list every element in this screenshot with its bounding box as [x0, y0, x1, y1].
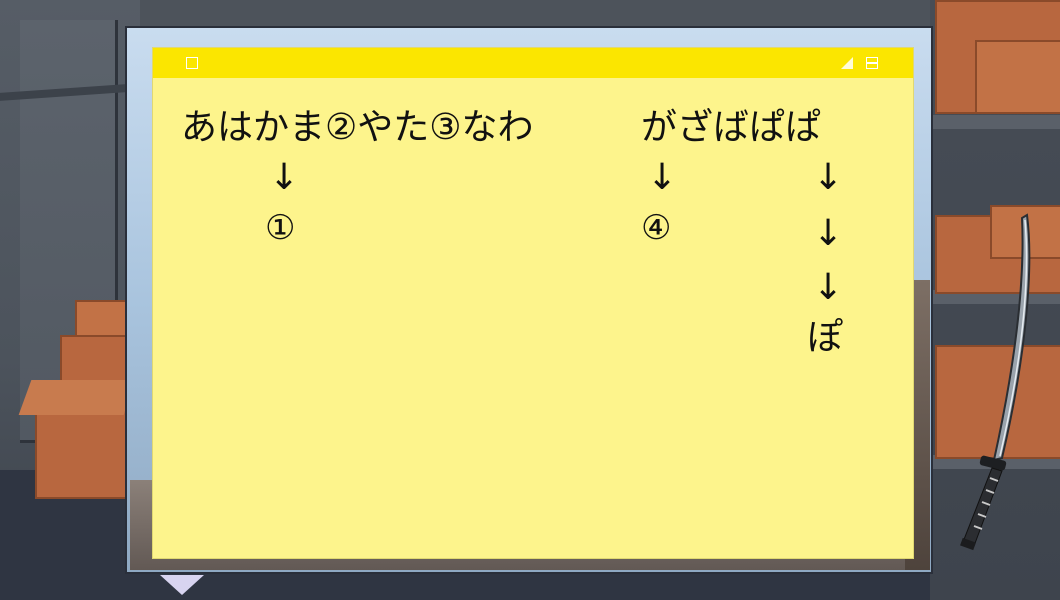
note-content[interactable]: あはかま②やた③なわ がざばぱぱ ↓ ① ↓ ④ ↓ ↓ ↓ ぽ [153, 78, 913, 558]
final-character: ぽ [807, 317, 844, 358]
katana-icon [960, 213, 1031, 551]
note-titlebar[interactable] [153, 48, 913, 78]
speech-bubble-tail [160, 575, 204, 595]
arrow-down: ↓ [813, 213, 844, 254]
arrow-down: ↓ [647, 157, 678, 198]
sticky-note[interactable]: あはかま②やた③なわ がざばぱぱ ↓ ① ↓ ④ ↓ ↓ ↓ ぽ [153, 48, 913, 558]
box-flap [18, 380, 137, 415]
window-icon[interactable] [866, 57, 878, 69]
cardboard-box [60, 335, 134, 384]
arrow-down: ↓ [813, 267, 844, 308]
circled-number-4: ④ [641, 208, 672, 248]
square-icon[interactable] [186, 57, 198, 69]
note-line-left: あはかま②やた③なわ [181, 107, 534, 148]
cardboard-box [975, 40, 1060, 114]
resize-grip-icon[interactable] [841, 57, 853, 69]
shelf [930, 115, 1060, 129]
arrow-down: ↓ [813, 157, 844, 198]
cardboard-box [35, 410, 134, 499]
circled-number-1: ① [265, 208, 296, 248]
arrow-down: ↓ [269, 157, 300, 198]
note-line-right: がざばぱぱ [641, 107, 822, 148]
